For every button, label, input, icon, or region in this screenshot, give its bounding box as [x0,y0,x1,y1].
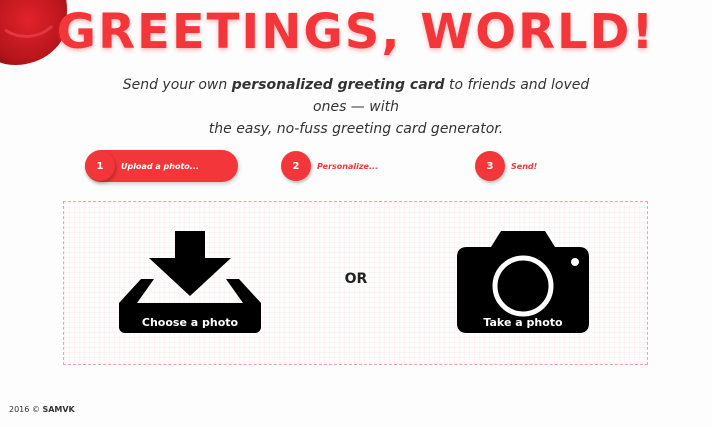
step-number: 1 [85,151,115,181]
subtitle-text-bold: personalized greeting card [231,77,445,93]
choose-photo-button[interactable]: Choose a photo [119,231,261,333]
subtitle-text-pre: Send your own [122,77,232,93]
take-photo-button[interactable]: Take a photo [457,231,589,333]
page-title: GREETINGS, WORLD! [56,4,656,60]
step-label: Upload a photo... [121,161,199,171]
step-label: Personalize... [317,161,379,171]
step-send[interactable]: 3 Send! [475,150,537,182]
subtitle-text-line2: the easy, no-fuss greeting card generato… [208,121,504,137]
footer: 2016 © SAMVK [9,405,75,414]
take-photo-label: Take a photo [483,316,563,329]
step-number: 3 [475,151,505,181]
step-number: 2 [281,151,311,181]
step-label: Send! [511,161,538,171]
page-subtitle: Send your own personalized greeting card… [120,74,592,140]
step-personalize[interactable]: 2 Personalize... [281,150,378,182]
choose-photo-label: Choose a photo [141,316,239,329]
footer-author: SAMVK [42,405,75,414]
or-separator: OR [344,271,368,287]
footer-year: 2016 © [9,405,40,414]
step-upload[interactable]: 1 Upload a photo... [85,150,238,182]
